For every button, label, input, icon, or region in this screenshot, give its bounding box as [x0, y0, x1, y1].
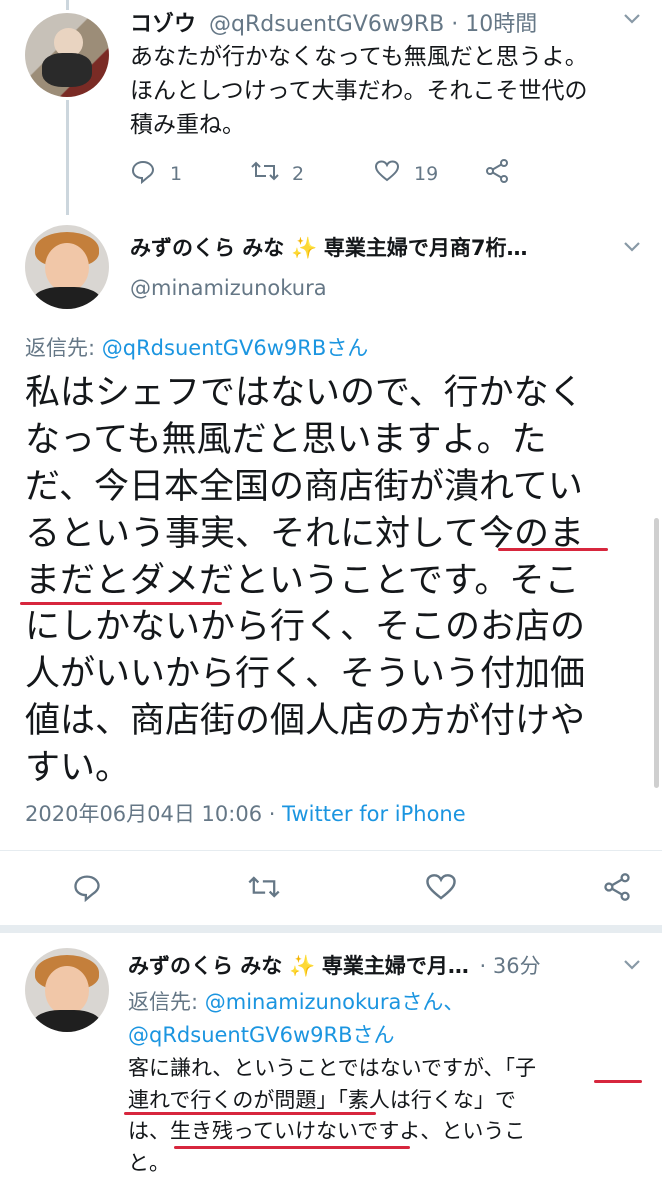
tweet-text-line: あなたが行かなくなっても無風だと思うよ。	[130, 44, 588, 70]
avatar-face	[45, 243, 89, 293]
reply-to: 返信先: @qRdsuentGV6w9RBさん	[25, 332, 368, 362]
tweet-text-line: だ、今日本全国の商店街が潰れてい	[25, 466, 583, 507]
tweet-header: みずのくら みな ✨ 専業主婦で月商7桁…	[130, 232, 527, 262]
highlight-underline	[174, 1146, 410, 1149]
divider	[0, 925, 662, 933]
display-name[interactable]: コゾウ	[130, 12, 196, 37]
chevron-down-icon[interactable]	[622, 238, 642, 259]
handle[interactable]: @minamizunokura	[130, 276, 327, 300]
highlight-underline	[594, 1080, 642, 1083]
tweet-text-line: なっても無風だと思いますよ。た	[25, 419, 547, 460]
tweet-text-line: 積み重ね。	[130, 112, 245, 139]
scrollbar[interactable]	[654, 518, 659, 788]
highlight-underline	[498, 548, 608, 551]
highlight-underline	[20, 602, 222, 605]
avatar-shirt	[33, 1010, 101, 1032]
retweet-icon[interactable]	[247, 873, 281, 905]
reply-to-user-link[interactable]: @qRdsuentGV6w9RBさん	[128, 1023, 395, 1047]
heart-icon[interactable]	[374, 159, 400, 188]
display-name[interactable]: みずのくら みな	[130, 236, 284, 260]
tweet-text-line: にしかないから行く、そこのお店の	[25, 607, 586, 648]
sparkle-icon: ✨	[289, 954, 316, 978]
tweet-text: あなたが行かなくなっても無風だと思うよ。 ほんとしつけって大事だわ。それこそ世代…	[130, 40, 650, 142]
thread-connector-line	[66, 100, 69, 215]
reply-icon[interactable]	[72, 872, 102, 906]
tweet-header: みずのくら みな ✨ 専業主婦で月… · 36分	[128, 950, 541, 980]
reply-to-label: 返信先:	[128, 990, 199, 1014]
divider	[0, 850, 662, 851]
display-name[interactable]: みずのくら みな	[128, 954, 282, 978]
tweet-text-line: と。	[128, 1150, 170, 1175]
tweet-text-line: すい。	[25, 748, 131, 789]
tweet-text-line: まだとダメだということです。そこ	[25, 560, 580, 601]
share-icon[interactable]	[602, 872, 632, 906]
tweet-actions	[72, 872, 632, 906]
tweet-actions: 1 2 19	[130, 158, 510, 189]
tweet-text-line: 値は、商店街の個人店の方が付けや	[25, 701, 586, 742]
avatar[interactable]	[25, 225, 109, 309]
tweet-text-line: 人がいいから行く、そういう付加価	[25, 654, 586, 695]
avatar[interactable]	[25, 13, 109, 97]
tweet-meta: 2020年06月04日 10:06 · Twitter for iPhone	[25, 798, 466, 828]
dot-separator: ·	[268, 802, 276, 826]
chevron-down-icon[interactable]	[622, 956, 642, 977]
tweet-text-line: ほんとしつけって大事だわ。それこそ世代の	[130, 78, 588, 105]
tweet-text-line: 客に謙れ、ということではないですが、「子	[128, 1056, 537, 1080]
sparkle-icon: ✨	[291, 236, 318, 260]
tweet-text-line: 私はシェフではないので、行かなく	[25, 373, 584, 413]
handle[interactable]: @qRdsuentGV6w9RB	[209, 12, 444, 37]
reply-icon[interactable]	[130, 158, 156, 189]
avatar-shirt	[33, 287, 101, 309]
tweet-source-link[interactable]: Twitter for iPhone	[282, 802, 466, 826]
display-name-suffix[interactable]: 専業主婦で月商7桁…	[324, 236, 528, 260]
tweet-text: 客に謙れ、ということではないですが、「子 連れで行くのが問題」「素人は行くな」で…	[128, 1053, 653, 1179]
reply-to-user-link[interactable]: @minamizunokuraさん、	[205, 990, 465, 1014]
avatar-figure-body	[41, 53, 93, 87]
highlight-underline	[124, 1112, 376, 1115]
reply-to-label: 返信先:	[25, 336, 96, 360]
dot-separator: ·	[451, 12, 459, 37]
reply-to: 返信先: @minamizunokuraさん、 @qRdsuentGV6w9RB…	[128, 986, 464, 1051]
tweet-text-line: は、生き残っていけないですよ、というこ	[128, 1119, 526, 1143]
display-name-suffix[interactable]: 専業主婦で月…	[322, 954, 469, 978]
tweet-time[interactable]: · 36分	[480, 954, 541, 978]
reply-to-user-link[interactable]: @qRdsuentGV6w9RBさん	[102, 336, 369, 360]
reply-count: 1	[170, 162, 183, 185]
like-count: 19	[414, 162, 439, 185]
thread-connector-line	[66, 0, 69, 10]
chevron-down-icon[interactable]	[622, 10, 642, 31]
retweet-count: 2	[292, 162, 305, 185]
tweet-timestamp: 2020年06月04日 10:06	[25, 802, 263, 826]
heart-icon[interactable]	[425, 872, 457, 906]
avatar[interactable]	[25, 948, 109, 1032]
retweet-icon[interactable]	[250, 159, 280, 188]
share-icon[interactable]	[484, 158, 510, 189]
tweet-header: コゾウ @qRdsuentGV6w9RB · 10時間	[130, 6, 537, 38]
tweet-time[interactable]: 10時間	[465, 12, 537, 37]
tweet-text: 私はシェフではないので、行かなく なっても無風だと思いますよ。た だ、今日本全国…	[25, 370, 625, 792]
avatar-face	[45, 966, 89, 1016]
